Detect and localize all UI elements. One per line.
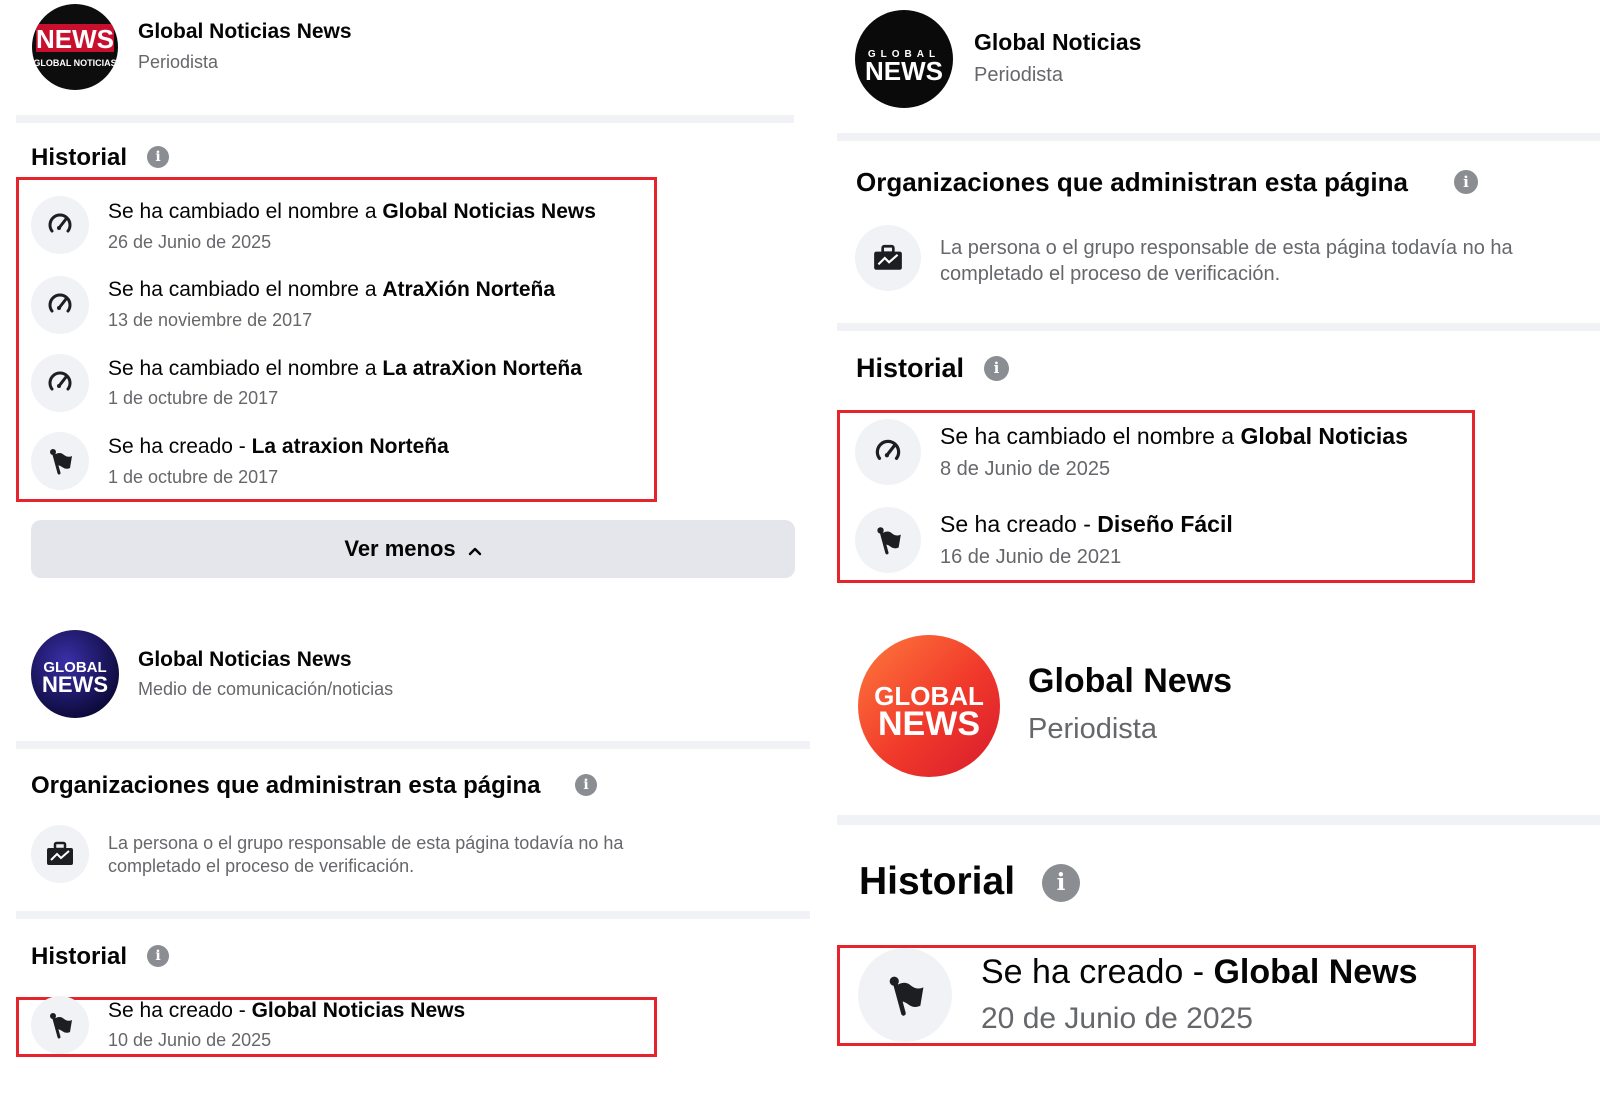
page-category: Periodista <box>1028 713 1157 745</box>
event-date: 8 de Junio de 2025 <box>940 458 1111 480</box>
orgs-title: Organizaciones que administran esta pági… <box>856 167 1408 197</box>
historial-title: Historial <box>31 943 128 970</box>
orgs-title: Organizaciones que administran esta pági… <box>31 772 541 799</box>
event-date: 10 de Junio de 2025 <box>108 1030 272 1050</box>
logo-text-sub: GLOBAL NOTICIAS <box>33 58 116 68</box>
info-icon[interactable]: i <box>1454 170 1478 194</box>
page-name[interactable]: Global Noticias News <box>138 648 352 672</box>
logo-text-main: NEWS <box>878 705 980 743</box>
rename-icon <box>31 276 89 334</box>
historial-title: Historial <box>31 144 128 171</box>
page-name[interactable]: Global Noticias News <box>138 20 352 44</box>
flag-icon <box>31 432 89 490</box>
event-title: Se ha cambiado el nombre a Global Notici… <box>108 200 596 223</box>
page-avatar[interactable]: GLOBAL NEWS <box>855 10 953 108</box>
event-date: 1 de octubre de 2017 <box>108 467 279 487</box>
briefcase-icon <box>31 825 89 883</box>
flag-icon <box>855 507 921 573</box>
section-divider <box>837 815 1600 825</box>
event-title: Se ha creado - Global News <box>981 953 1418 991</box>
info-icon[interactable]: i <box>147 945 169 967</box>
event-title: Se ha cambiado el nombre a AtraXión Nort… <box>108 278 556 301</box>
page-name[interactable]: Global News <box>1028 662 1232 701</box>
page-name[interactable]: Global Noticias <box>974 29 1141 56</box>
event-title: Se ha cambiado el nombre a Global Notici… <box>940 423 1408 449</box>
chevron-up-icon <box>468 536 482 562</box>
page-avatar[interactable]: GLOBAL NEWS <box>858 635 1000 777</box>
historial-title: Historial <box>856 353 965 383</box>
flag-icon <box>858 948 952 1042</box>
info-icon[interactable]: i <box>147 146 169 168</box>
briefcase-icon <box>855 225 921 291</box>
event-title: Se ha cambiado el nombre a La atraXion N… <box>108 357 582 380</box>
rename-icon <box>31 196 89 254</box>
event-date: 26 de Junio de 2025 <box>108 232 272 252</box>
logo-text-main: NEWS <box>865 56 943 86</box>
section-divider <box>837 323 1600 331</box>
page-category: Periodista <box>138 52 219 72</box>
org-verification-text: La persona o el grupo responsable de est… <box>108 833 624 877</box>
logo-text-main: NEWS <box>36 24 114 54</box>
event-title: Se ha creado - Global Noticias News <box>108 999 466 1022</box>
event-date: 1 de octubre de 2017 <box>108 388 279 408</box>
rename-icon <box>31 354 89 412</box>
info-icon[interactable]: i <box>575 774 597 796</box>
event-date: 16 de Junio de 2021 <box>940 546 1122 568</box>
page-category: Medio de comunicación/noticias <box>138 679 394 699</box>
info-icon[interactable]: i <box>984 356 1009 381</box>
section-divider <box>16 115 794 123</box>
flag-icon <box>31 996 89 1054</box>
event-title: Se ha creado - Diseño Fácil <box>940 511 1233 537</box>
historial-title: Historial <box>859 860 1016 903</box>
section-divider <box>16 911 810 919</box>
rename-icon <box>855 419 921 485</box>
section-divider <box>16 741 810 749</box>
see-less-button[interactable]: Ver menos <box>31 520 795 578</box>
page-category: Periodista <box>974 64 1063 86</box>
section-divider <box>837 133 1600 141</box>
event-date: 20 de Junio de 2025 <box>981 1002 1253 1035</box>
org-verification-text: La persona o el grupo responsable de est… <box>940 237 1513 285</box>
page-avatar[interactable]: GLOBAL NEWS <box>31 630 119 718</box>
info-icon[interactable]: i <box>1042 864 1080 902</box>
see-less-label: Ver menos <box>344 536 456 561</box>
page-avatar[interactable]: NEWS GLOBAL NOTICIAS <box>32 4 118 90</box>
logo-text-main: NEWS <box>42 672 108 697</box>
event-date: 13 de noviembre de 2017 <box>108 310 313 330</box>
event-title: Se ha creado - La atraxion Norteña <box>108 435 449 458</box>
